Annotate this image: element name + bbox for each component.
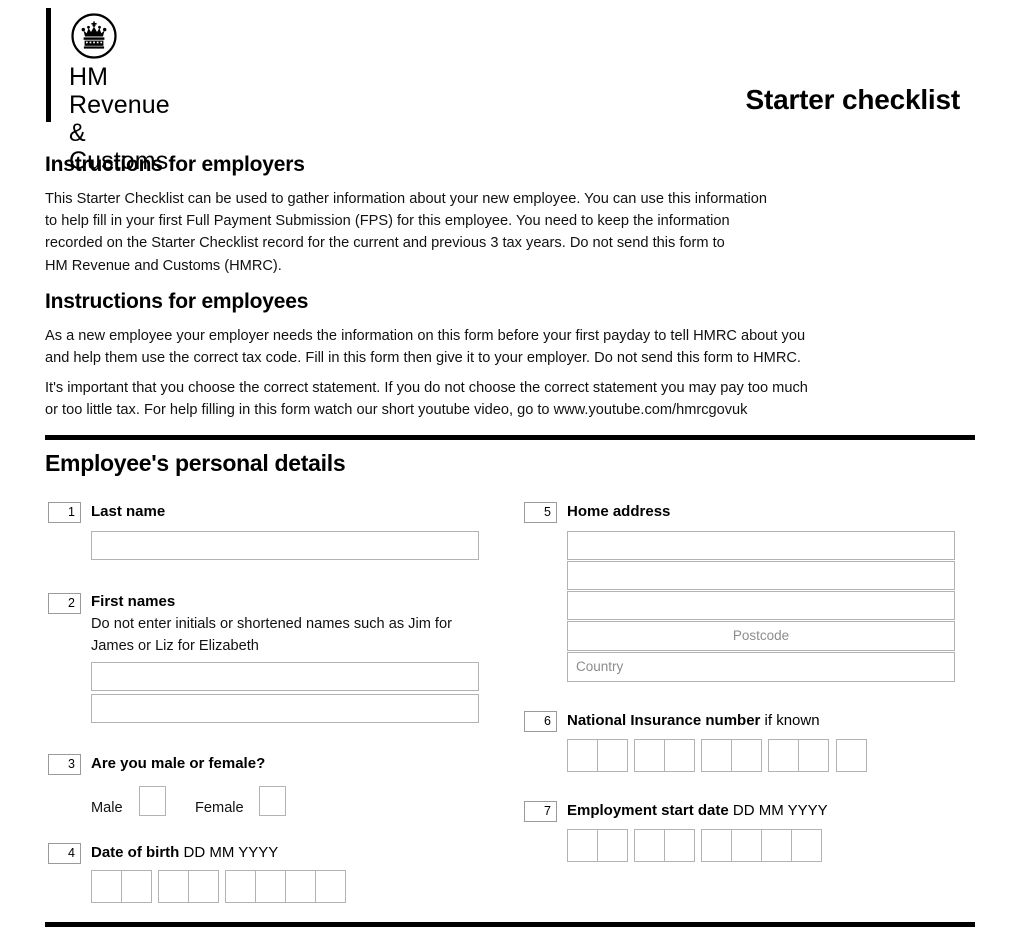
ni-cell-4[interactable] [664, 739, 695, 772]
male-label: Male [91, 800, 123, 816]
question-number-5: 5 [524, 502, 557, 523]
home-address-input-line-1[interactable] [567, 531, 955, 560]
home-address-input-line-3[interactable] [567, 591, 955, 620]
start-date-cell-m1[interactable] [634, 829, 665, 862]
section-divider-top [45, 435, 975, 440]
start-date-cell-y1[interactable] [701, 829, 732, 862]
gender-question-label: Are you male or female? [91, 755, 266, 772]
royal-crown-icon [70, 12, 118, 60]
start-date-cell-d1[interactable] [567, 829, 598, 862]
ni-cell-8[interactable] [798, 739, 829, 772]
instructions-employers-heading: Instructions for employers [45, 153, 305, 176]
hmrc-logo: HM Revenue & Customs [46, 8, 170, 175]
postcode-input[interactable]: Postcode [567, 621, 955, 651]
start-date-cell-y3[interactable] [761, 829, 792, 862]
dob-cell-m1[interactable] [158, 870, 189, 903]
ni-cell-3[interactable] [634, 739, 665, 772]
start-date-cell-y4[interactable] [791, 829, 822, 862]
dob-cell-y3[interactable] [285, 870, 316, 903]
ni-cell-2[interactable] [597, 739, 628, 772]
instructions-employees-body-2: It's important that you choose the corre… [45, 380, 808, 419]
start-date-cell-m2[interactable] [664, 829, 695, 862]
employment-start-date-format: DD MM YYYY [732, 802, 828, 819]
female-label: Female [195, 800, 244, 816]
dob-cell-y1[interactable] [225, 870, 256, 903]
first-names-input-line-2[interactable] [91, 694, 479, 723]
male-checkbox[interactable] [139, 786, 166, 816]
country-input[interactable]: Country [567, 652, 955, 682]
dob-cell-y2[interactable] [255, 870, 286, 903]
question-number-3: 3 [48, 754, 81, 775]
question-number-2: 2 [48, 593, 81, 614]
national-insurance-label: National Insurance number if known [567, 712, 820, 729]
employment-start-date-label-text: Employment start date [567, 802, 729, 819]
question-number-6: 6 [524, 711, 557, 732]
question-number-1: 1 [48, 502, 81, 523]
ni-cell-7[interactable] [768, 739, 799, 772]
instructions-employees-heading: Instructions for employees [45, 290, 309, 313]
date-of-birth-format: DD MM YYYY [183, 844, 279, 861]
dob-cell-m2[interactable] [188, 870, 219, 903]
start-date-cell-y2[interactable] [731, 829, 762, 862]
dob-cell-d1[interactable] [91, 870, 122, 903]
last-name-input[interactable] [91, 531, 479, 560]
page-header: HM Revenue & Customs Starter checklist [0, 0, 1022, 175]
ni-cell-1[interactable] [567, 739, 598, 772]
first-names-input-line-1[interactable] [91, 662, 479, 691]
employment-start-date-label: Employment start date DD MM YYYY [567, 802, 828, 819]
start-date-cell-d2[interactable] [597, 829, 628, 862]
question-number-7: 7 [524, 801, 557, 822]
national-insurance-label-optional: if known [764, 712, 820, 729]
instructions-employees-body-1: As a new employee your employer needs th… [45, 328, 806, 367]
first-names-label: First names [91, 593, 176, 610]
date-of-birth-label: Date of birth DD MM YYYY [91, 844, 278, 861]
female-checkbox[interactable] [259, 786, 286, 816]
personal-details-heading: Employee's personal details [45, 450, 346, 476]
last-name-label: Last name [91, 503, 166, 520]
dob-cell-y4[interactable] [315, 870, 346, 903]
question-number-4: 4 [48, 843, 81, 864]
home-address-label: Home address [567, 503, 671, 520]
date-of-birth-label-text: Date of birth [91, 844, 180, 861]
instructions-employers-body: This Starter Checklist can be used to ga… [45, 191, 767, 274]
first-names-hint: Do not enter initials or shortened names… [91, 616, 452, 654]
dob-cell-d2[interactable] [121, 870, 152, 903]
ni-cell-9[interactable] [836, 739, 867, 772]
home-address-input-line-2[interactable] [567, 561, 955, 590]
section-divider-bottom [45, 922, 975, 927]
page-title: Starter checklist [745, 84, 961, 115]
ni-cell-5[interactable] [701, 739, 732, 772]
ni-cell-6[interactable] [731, 739, 762, 772]
national-insurance-label-text: National Insurance number [567, 712, 761, 729]
